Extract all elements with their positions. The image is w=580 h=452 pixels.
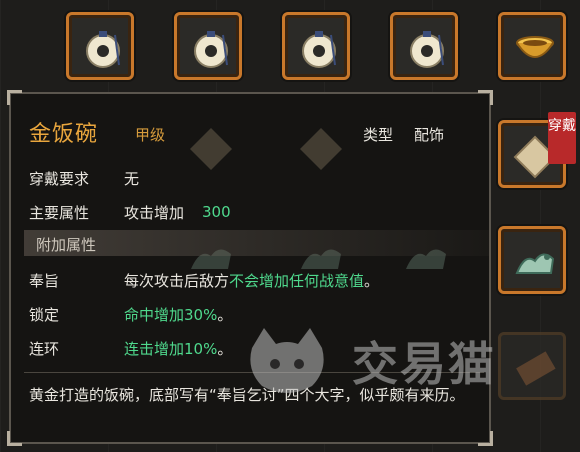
golden-bowl-icon [516, 36, 554, 58]
extra-attr-title: 附加属性 [36, 236, 97, 254]
tooltip-corner [7, 431, 22, 446]
item-grade: 甲级 [135, 126, 166, 144]
extra-attr-effect: 连击增加10% [124, 340, 218, 358]
extra-attr-label: 连环 [29, 340, 60, 358]
extra-attr-suffix: 。 [364, 272, 380, 290]
faded-parchment-icon [190, 128, 232, 170]
extra-attr-label: 奉旨 [29, 272, 60, 290]
extra-attr-line: 命中增加30%。 [124, 304, 232, 325]
tooltip-corner [478, 90, 493, 105]
extra-attr-prefix: 每次攻击后敌方 [124, 272, 230, 290]
type-value: 配饰 [414, 126, 445, 144]
inventory-slot-1[interactable] [66, 12, 134, 80]
extra-attr-suffix: 。 [217, 306, 233, 324]
cat-logo-icon [250, 328, 324, 393]
equipped-badge: 穿戴 [548, 112, 576, 164]
jade-pendant-icon [194, 31, 228, 68]
watermark: 交易猫 [242, 320, 562, 400]
extra-attr-suffix: 。 [217, 340, 233, 358]
main-attr-value: 300 [202, 203, 231, 221]
inventory-slot-3[interactable] [282, 12, 350, 80]
faded-parchment-icon [300, 128, 342, 170]
extra-attr-line: 连击增加10%。 [124, 338, 232, 359]
extra-attr-label: 锁定 [29, 306, 60, 324]
inventory-slot-4[interactable] [390, 12, 458, 80]
extra-attr-effect: 命中增加30% [124, 306, 218, 324]
extra-attr-effect: 不会增加任何战意值 [229, 272, 365, 290]
requirement-value: 无 [124, 170, 140, 188]
jade-pendant-icon [410, 31, 444, 68]
type-label: 类型 [363, 126, 394, 144]
tooltip-corner [478, 431, 493, 446]
item-name: 金饭碗 [29, 122, 99, 147]
inventory-slot-2[interactable] [174, 12, 242, 80]
inventory-slot-7[interactable] [498, 226, 566, 294]
inventory-slot-5[interactable] [498, 12, 566, 80]
watermark-text: 交易猫 [352, 337, 496, 391]
jade-dragon-icon [515, 253, 555, 274]
extra-attr-line: 每次攻击后敌方不会增加任何战意值。 [124, 270, 379, 291]
main-attr-label: 主要属性 [29, 204, 90, 222]
jade-pendant-icon [86, 31, 120, 68]
requirement-label: 穿戴要求 [29, 170, 90, 188]
tooltip-corner [7, 90, 22, 105]
jade-pendant-icon [302, 31, 336, 68]
main-attr-text: 攻击增加 [124, 204, 185, 222]
